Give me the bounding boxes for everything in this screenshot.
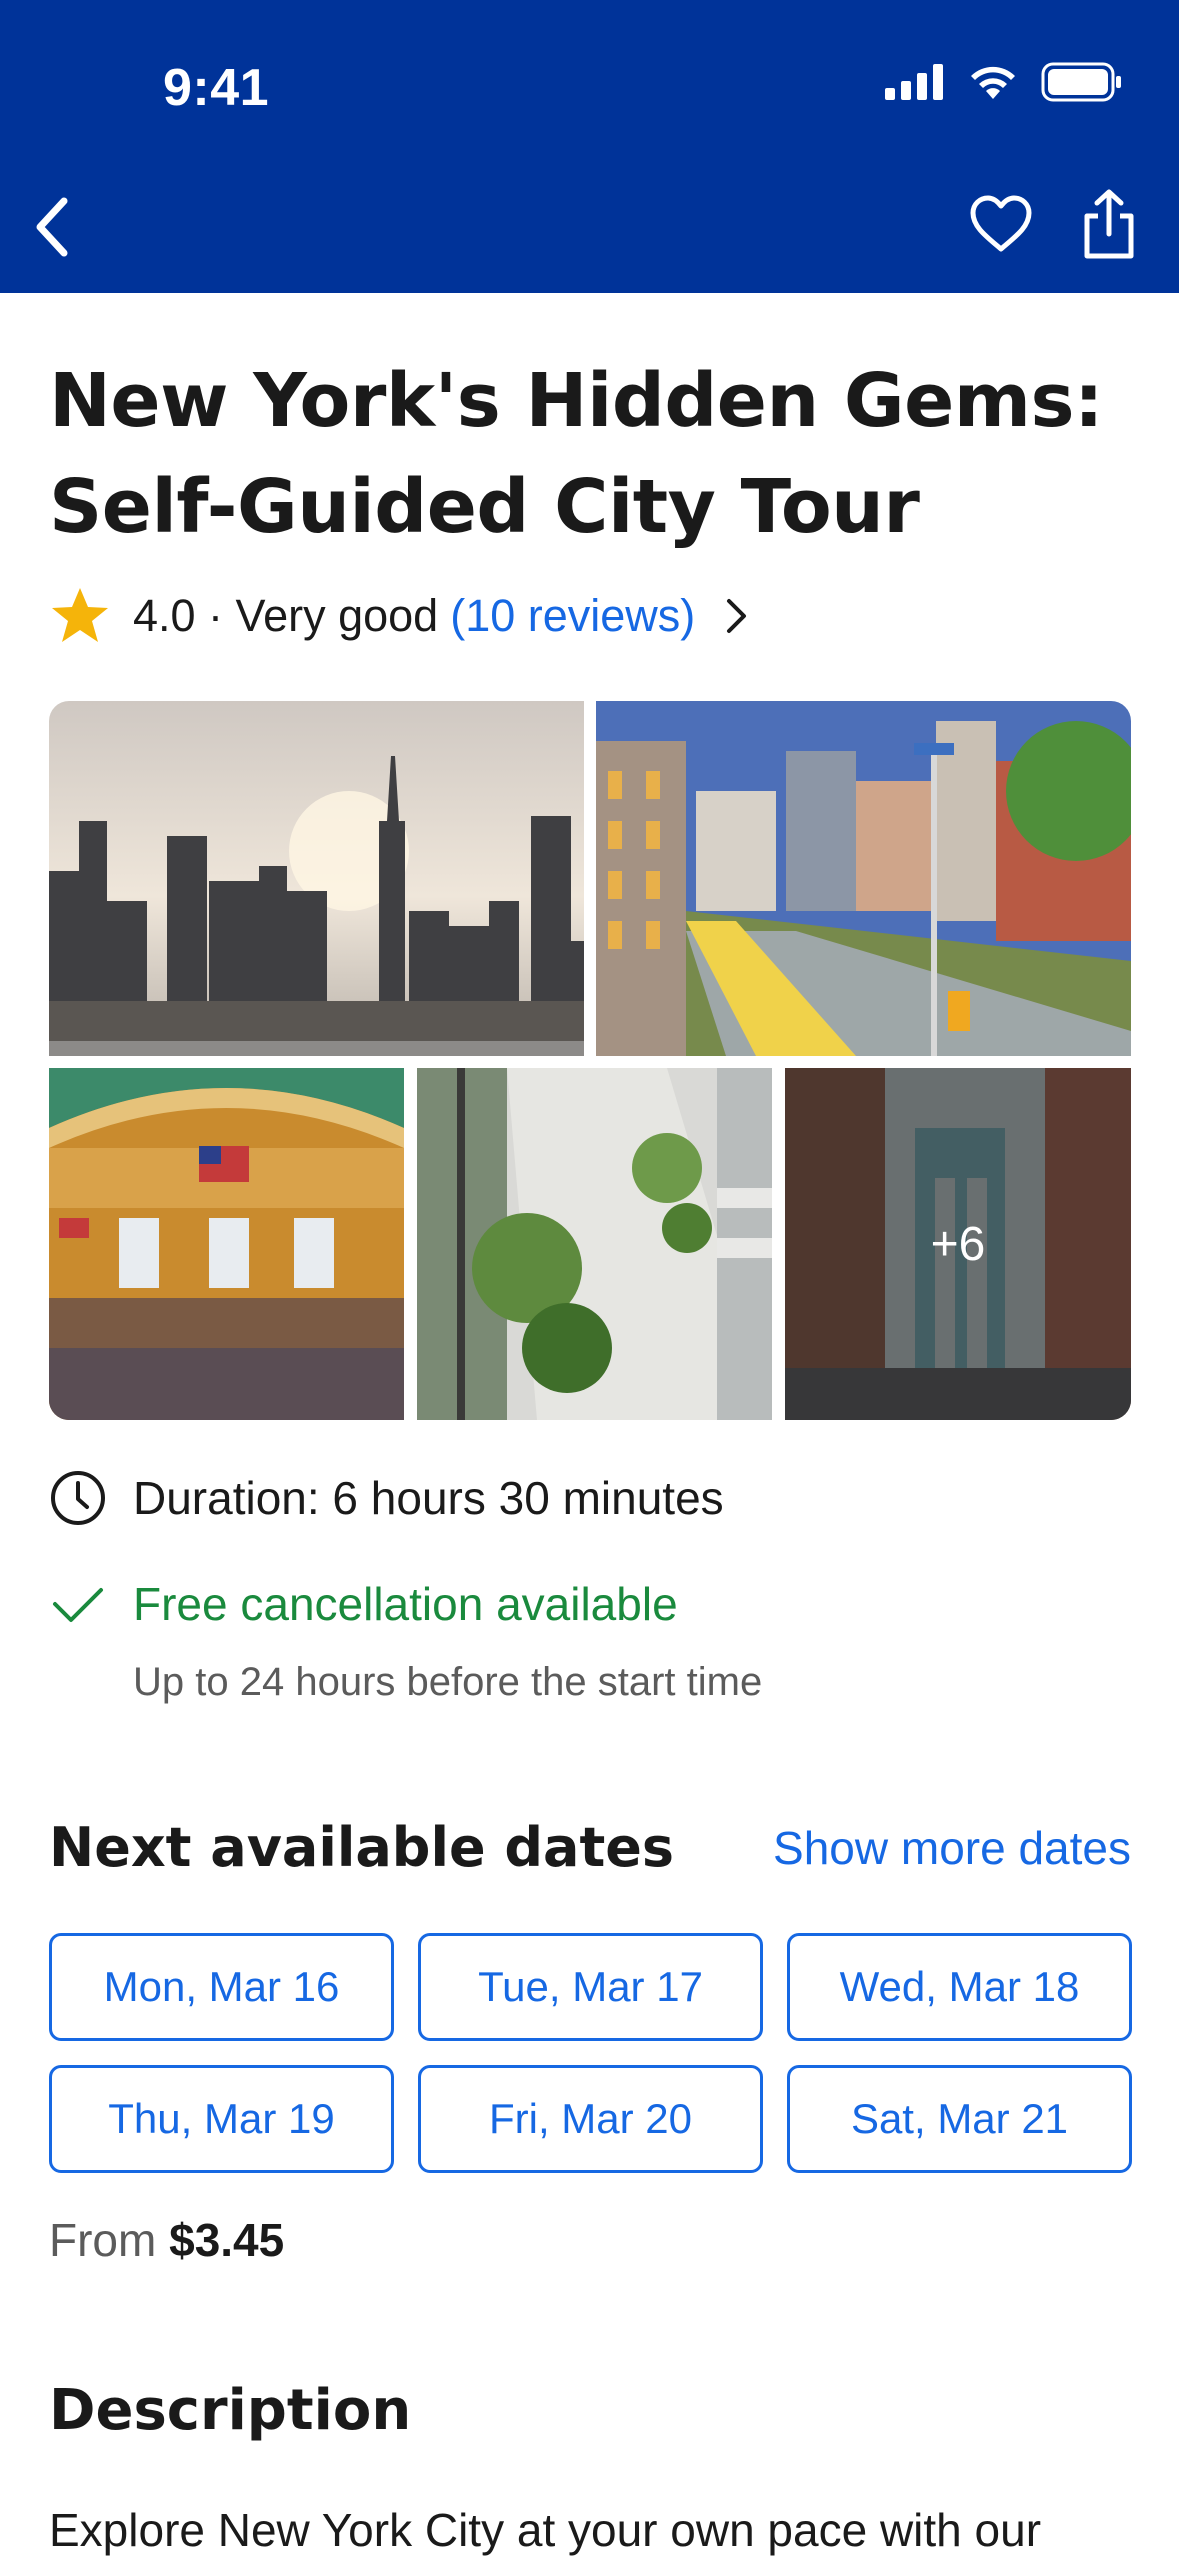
share-icon bbox=[1084, 189, 1134, 259]
activity-details: New York's Hidden Gems: Self-Guided City… bbox=[49, 293, 1132, 2556]
star-icon bbox=[52, 588, 108, 642]
rating-row[interactable]: 4.0 · Very good (10 reviews) bbox=[49, 586, 1131, 646]
rating-text: 4.0 · Very good bbox=[133, 590, 439, 641]
status-time: 9:41 bbox=[163, 59, 270, 117]
date-button[interactable]: Tue, Mar 17 bbox=[418, 1933, 763, 2041]
gallery-photo-terminal[interactable] bbox=[49, 1068, 404, 1420]
date-options: Mon, Mar 16 Tue, Mar 17 Wed, Mar 18 Thu,… bbox=[49, 1933, 1132, 2173]
atrium-image bbox=[417, 1068, 772, 1420]
date-button[interactable]: Sat, Mar 21 bbox=[787, 2065, 1132, 2173]
reviews-link[interactable]: (10 reviews) bbox=[450, 590, 695, 642]
price-row: From $3.45 bbox=[49, 2213, 284, 2267]
duration-text: Duration: 6 hours 30 minutes bbox=[133, 1472, 724, 1524]
show-more-dates-link[interactable]: Show more dates bbox=[773, 1821, 1131, 1875]
cancellation-title: Free cancellation available bbox=[133, 1578, 678, 1630]
duration-row: Duration: 6 hours 30 minutes bbox=[49, 1469, 724, 1527]
terminal-image bbox=[49, 1068, 404, 1420]
chevron-right-icon bbox=[727, 599, 747, 633]
gallery-photo-more[interactable]: +6 bbox=[785, 1068, 1131, 1420]
cancellation-row: Free cancellation available bbox=[49, 1577, 678, 1631]
date-button[interactable]: Wed, Mar 18 bbox=[787, 1933, 1132, 2041]
dates-header: Next available dates Show more dates bbox=[49, 1816, 1131, 1879]
date-button[interactable]: Thu, Mar 19 bbox=[49, 2065, 394, 2173]
header-actions bbox=[969, 188, 1139, 265]
gallery-photo-skyline[interactable] bbox=[49, 701, 584, 1056]
walkway-image bbox=[596, 701, 1131, 1056]
app-header: 9:41 bbox=[0, 0, 1179, 293]
more-photos-count: +6 bbox=[930, 1217, 986, 1271]
dates-title: Next available dates bbox=[49, 1816, 675, 1879]
status-icons bbox=[885, 62, 1123, 102]
chevron-left-icon bbox=[36, 197, 68, 257]
date-button[interactable]: Fri, Mar 20 bbox=[418, 2065, 763, 2173]
checkmark-icon bbox=[53, 1588, 103, 1622]
date-button[interactable]: Mon, Mar 16 bbox=[49, 1933, 394, 2041]
description-title: Description bbox=[49, 2378, 412, 2443]
clock-icon bbox=[51, 1471, 105, 1525]
price-prefix: From bbox=[49, 2214, 157, 2266]
skyline-image bbox=[49, 701, 584, 1056]
photo-gallery: +6 bbox=[49, 701, 1131, 1420]
battery-icon bbox=[1041, 62, 1121, 102]
wifi-icon bbox=[971, 66, 1015, 99]
price-amount: $3.45 bbox=[169, 2214, 285, 2266]
favorite-button[interactable] bbox=[969, 195, 1033, 258]
heart-icon bbox=[970, 195, 1032, 252]
signal-icon bbox=[885, 64, 943, 100]
activity-title: New York's Hidden Gems: Self-Guided City… bbox=[49, 358, 1104, 550]
cancellation-subtitle: Up to 24 hours before the start time bbox=[133, 1660, 763, 1704]
description-text: Explore New York City at your own pace w… bbox=[49, 2504, 1042, 2556]
gallery-photo-atrium[interactable] bbox=[417, 1068, 772, 1420]
share-button[interactable] bbox=[1079, 188, 1139, 265]
back-button[interactable] bbox=[22, 192, 82, 262]
gallery-photo-walkway[interactable] bbox=[596, 701, 1131, 1056]
